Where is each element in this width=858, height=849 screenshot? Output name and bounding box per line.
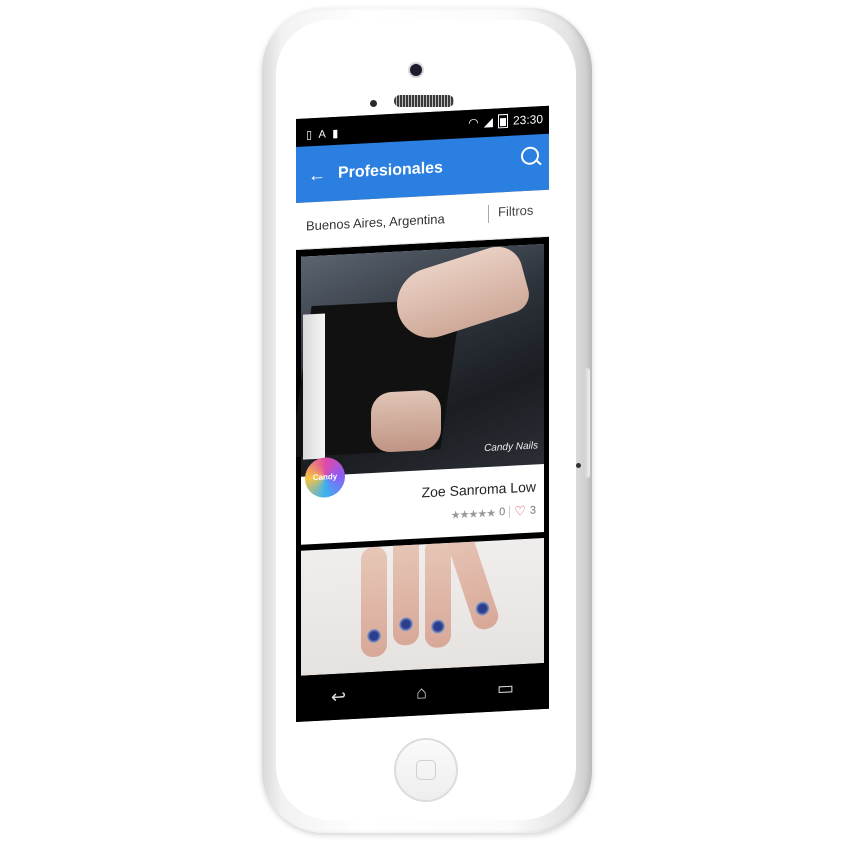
location-selector[interactable]: Buenos Aires, Argentina	[306, 211, 445, 233]
side-button[interactable]	[584, 368, 590, 478]
signal-icon: ◢	[483, 114, 493, 130]
star-rating-icon: ★★★★★	[450, 507, 496, 522]
hand-shape	[389, 239, 533, 347]
book-pages	[303, 313, 325, 460]
notification-icons: ▯ A ▮	[306, 127, 341, 142]
nail-art	[431, 619, 445, 634]
wifi-icon: ◠	[468, 115, 479, 130]
phone-screen: ▯ A ▮ ◠ ◢ 23:30 ← Profesionales Buenos A…	[296, 105, 549, 722]
back-icon[interactable]: ↩	[331, 686, 346, 708]
battery-icon	[497, 113, 508, 129]
front-camera	[410, 64, 422, 76]
professional-name[interactable]: Zoe Sanroma Low	[422, 478, 536, 500]
finger-shape	[393, 538, 419, 646]
nail-art	[367, 628, 381, 644]
back-arrow-icon[interactable]: ←	[308, 164, 326, 185]
card-photo: Candy Nails	[296, 239, 544, 477]
filters-button[interactable]: Filtros	[498, 203, 533, 220]
finger-shape	[442, 538, 502, 633]
earpiece-speaker	[394, 95, 454, 107]
proximity-sensor	[370, 100, 377, 107]
home-square-icon	[416, 760, 436, 780]
side-dot	[576, 463, 581, 468]
professional-card[interactable]: Candy Nails Candy Nails Zoe Sanroma Low …	[296, 239, 544, 545]
finger-shape	[361, 546, 387, 658]
rating-count: 0	[499, 506, 506, 519]
clock: 23:30	[512, 112, 543, 128]
avatar[interactable]: Candy Nails	[305, 456, 345, 522]
recents-icon[interactable]: ▭	[497, 677, 514, 699]
professional-card[interactable]	[301, 538, 544, 676]
divider	[488, 204, 489, 223]
finger-shape	[425, 538, 451, 649]
likes-count: 3	[529, 504, 536, 517]
card-stats: ★★★★★ 0 ♡ 3	[451, 502, 536, 522]
heart-icon[interactable]: ♡	[514, 503, 526, 520]
nail-art	[473, 599, 492, 618]
search-icon[interactable]	[521, 146, 539, 166]
status-right: ◠ ◢ 23:30	[468, 112, 543, 130]
nail-art	[399, 616, 413, 632]
page-title: Profesionales	[338, 159, 443, 182]
home-button[interactable]	[394, 738, 458, 802]
photo-watermark: Candy Nails	[484, 440, 538, 455]
home-icon[interactable]: ⌂	[416, 682, 427, 704]
hand-shape	[371, 389, 441, 454]
divider	[509, 505, 511, 518]
